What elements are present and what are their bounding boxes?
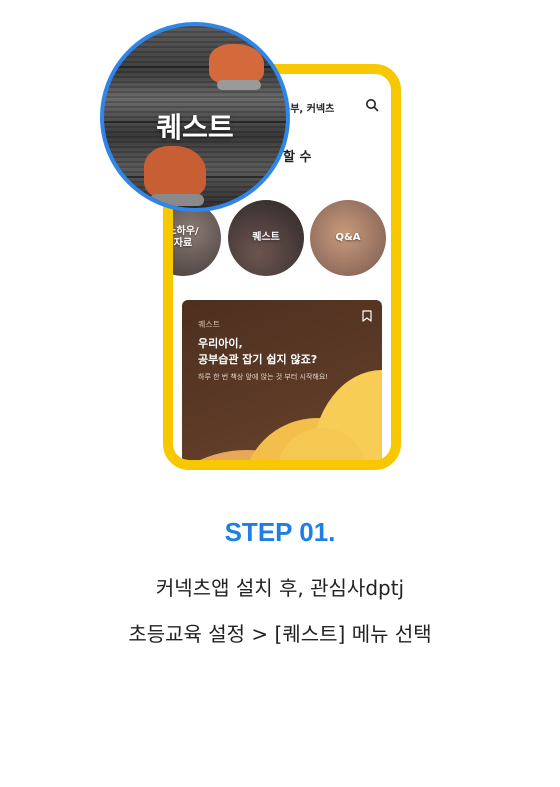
category-label: Q&A <box>335 231 361 243</box>
quest-card[interactable]: 퀘스트 우리아이, 공부습관 잡기 쉽지 않죠? 하루 한 번 책상 앞에 앉는… <box>182 300 382 460</box>
card-headline: 우리아이, 공부습관 잡기 쉽지 않죠? <box>198 337 318 366</box>
card-description: 하루 한 번 책상 앞에 앉는 것 부터 시작해요! <box>198 373 329 381</box>
magnifier-label: 퀘스트 <box>156 111 234 144</box>
bookmark-icon[interactable] <box>362 310 372 322</box>
step-title: STEP 01. <box>224 517 336 547</box>
shoe-image <box>144 146 206 206</box>
magnifier-callout: 퀘스트 <box>100 22 290 212</box>
category-quest[interactable]: 퀘스트 <box>228 200 304 276</box>
category-qna[interactable]: Q&A <box>310 200 386 276</box>
category-label: 노하우/ 자료 <box>167 225 199 250</box>
section-title: 할 수 <box>283 150 312 165</box>
step-description-line-2: 초등교육 설정 > [퀘스트] 메뉴 선택 <box>128 622 432 646</box>
card-tag: 퀘스트 <box>198 320 221 329</box>
shoe-image <box>209 44 264 90</box>
search-icon[interactable] <box>365 98 379 112</box>
step-description-line-1: 커넥츠앱 설치 후, 관심사dptj <box>155 576 405 600</box>
category-label: 퀘스트 <box>252 231 280 243</box>
